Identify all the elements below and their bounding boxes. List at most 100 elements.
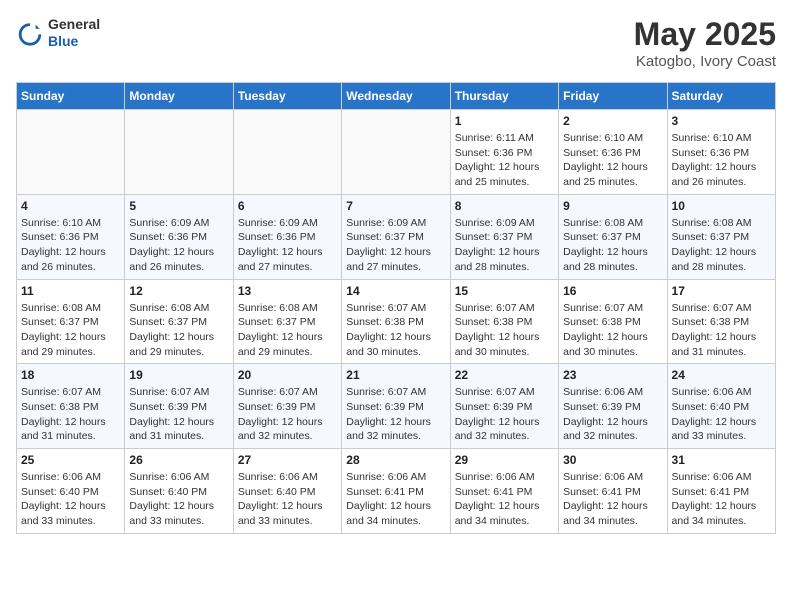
day-number: 21 [346, 368, 445, 382]
day-number: 31 [672, 453, 771, 467]
day-info: Sunrise: 6:08 AMSunset: 6:37 PMDaylight:… [21, 301, 120, 360]
day-info: Sunrise: 6:06 AMSunset: 6:40 PMDaylight:… [21, 470, 120, 529]
calendar-day-cell: 1 Sunrise: 6:11 AMSunset: 6:36 PMDaylight… [450, 110, 558, 195]
day-number: 14 [346, 284, 445, 298]
day-of-week-header: Tuesday [233, 83, 341, 110]
day-number: 25 [21, 453, 120, 467]
day-number: 20 [238, 368, 337, 382]
day-number: 7 [346, 199, 445, 213]
calendar-day-cell: 19Sunrise: 6:07 AMSunset: 6:39 PMDayligh… [125, 364, 233, 449]
day-number: 27 [238, 453, 337, 467]
logo-blue-text: Blue [48, 33, 100, 50]
calendar-day-cell: 5Sunrise: 6:09 AMSunset: 6:36 PMDaylight… [125, 194, 233, 279]
calendar-day-cell [342, 110, 450, 195]
day-number: 15 [455, 284, 554, 298]
day-info: Sunrise: 6:07 AMSunset: 6:39 PMDaylight:… [238, 385, 337, 444]
calendar-day-cell: 20 Sunrise: 6:07 AMSunset: 6:39 PMDayligh… [233, 364, 341, 449]
day-info: Sunrise: 6:10 AMSunset: 6:36 PMDaylight:… [563, 131, 662, 190]
day-number: 6 [238, 199, 337, 213]
day-info: Sunrise: 6:07 AMSunset: 6:39 PMDaylight:… [129, 385, 228, 444]
calendar-day-cell: 22 Sunrise: 6:07 AMSunset: 6:39 PMDayligh… [450, 364, 558, 449]
calendar-day-cell: 3 Sunrise: 6:10 AMSunset: 6:36 PMDaylight… [667, 110, 775, 195]
calendar-day-cell: 30 Sunrise: 6:06 AMSunset: 6:41 PMDayligh… [559, 449, 667, 534]
calendar-day-cell: 31 Sunrise: 6:06 AMSunset: 6:41 PMDayligh… [667, 449, 775, 534]
calendar-day-cell: 29 Sunrise: 6:06 AMSunset: 6:41 PMDayligh… [450, 449, 558, 534]
calendar-day-cell: 7 Sunrise: 6:09 AMSunset: 6:37 PMDaylight… [342, 194, 450, 279]
page-header: General Blue May 2025 Katogbo, Ivory Coa… [16, 16, 776, 70]
calendar-day-cell: 25 Sunrise: 6:06 AMSunset: 6:40 PMDayligh… [17, 449, 125, 534]
calendar-day-cell: 27 Sunrise: 6:06 AMSunset: 6:40 PMDayligh… [233, 449, 341, 534]
day-info: Sunrise: 6:06 AMSunset: 6:41 PMDaylight:… [672, 470, 771, 529]
logo: General Blue [16, 16, 100, 50]
day-number: 30 [563, 453, 662, 467]
calendar-week-row: 11 Sunrise: 6:08 AMSunset: 6:37 PMDayligh… [17, 279, 776, 364]
day-info: Sunrise: 6:09 AMSunset: 6:36 PMDaylight:… [238, 216, 337, 275]
calendar-day-cell: 8Sunrise: 6:09 AMSunset: 6:37 PMDaylight… [450, 194, 558, 279]
logo-text: General Blue [48, 16, 100, 50]
day-of-week-header: Saturday [667, 83, 775, 110]
day-info: Sunrise: 6:08 AMSunset: 6:37 PMDaylight:… [563, 216, 662, 275]
calendar-day-cell: 10Sunrise: 6:08 AMSunset: 6:37 PMDayligh… [667, 194, 775, 279]
calendar-day-cell: 11 Sunrise: 6:08 AMSunset: 6:37 PMDayligh… [17, 279, 125, 364]
calendar-day-cell: 18Sunrise: 6:07 AMSunset: 6:38 PMDayligh… [17, 364, 125, 449]
day-info: Sunrise: 6:06 AMSunset: 6:40 PMDaylight:… [238, 470, 337, 529]
day-number: 5 [129, 199, 228, 213]
day-info: Sunrise: 6:07 AMSunset: 6:39 PMDaylight:… [346, 385, 445, 444]
day-number: 16 [563, 284, 662, 298]
day-of-week-header: Monday [125, 83, 233, 110]
day-info: Sunrise: 6:09 AMSunset: 6:37 PMDaylight:… [346, 216, 445, 275]
day-info: Sunrise: 6:07 AMSunset: 6:38 PMDaylight:… [672, 301, 771, 360]
calendar-day-cell: 21 Sunrise: 6:07 AMSunset: 6:39 PMDayligh… [342, 364, 450, 449]
day-info: Sunrise: 6:06 AMSunset: 6:41 PMDaylight:… [455, 470, 554, 529]
calendar-day-cell: 2Sunrise: 6:10 AMSunset: 6:36 PMDaylight… [559, 110, 667, 195]
day-info: Sunrise: 6:06 AMSunset: 6:40 PMDaylight:… [672, 385, 771, 444]
calendar-week-row: 18Sunrise: 6:07 AMSunset: 6:38 PMDayligh… [17, 364, 776, 449]
calendar-day-cell: 24Sunrise: 6:06 AMSunset: 6:40 PMDayligh… [667, 364, 775, 449]
day-number: 4 [21, 199, 120, 213]
calendar-day-cell: 28 Sunrise: 6:06 AMSunset: 6:41 PMDayligh… [342, 449, 450, 534]
day-number: 28 [346, 453, 445, 467]
day-info: Sunrise: 6:06 AMSunset: 6:39 PMDaylight:… [563, 385, 662, 444]
day-info: Sunrise: 6:11 AMSunset: 6:36 PMDaylight:… [455, 131, 554, 190]
day-info: Sunrise: 6:10 AMSunset: 6:36 PMDaylight:… [672, 131, 771, 190]
day-number: 23 [563, 368, 662, 382]
calendar-week-row: 4 Sunrise: 6:10 AMSunset: 6:36 PMDaylight… [17, 194, 776, 279]
calendar-week-row: 1 Sunrise: 6:11 AMSunset: 6:36 PMDaylight… [17, 110, 776, 195]
calendar-day-cell [125, 110, 233, 195]
day-info: Sunrise: 6:07 AMSunset: 6:38 PMDaylight:… [563, 301, 662, 360]
day-of-week-header: Wednesday [342, 83, 450, 110]
day-info: Sunrise: 6:10 AMSunset: 6:36 PMDaylight:… [21, 216, 120, 275]
day-info: Sunrise: 6:07 AMSunset: 6:38 PMDaylight:… [455, 301, 554, 360]
calendar-day-cell: 13Sunrise: 6:08 AMSunset: 6:37 PMDayligh… [233, 279, 341, 364]
calendar-day-cell [17, 110, 125, 195]
day-number: 3 [672, 114, 771, 128]
day-info: Sunrise: 6:06 AMSunset: 6:40 PMDaylight:… [129, 470, 228, 529]
day-info: Sunrise: 6:07 AMSunset: 6:38 PMDaylight:… [346, 301, 445, 360]
day-number: 17 [672, 284, 771, 298]
day-number: 1 [455, 114, 554, 128]
title-block: May 2025 Katogbo, Ivory Coast [634, 16, 776, 70]
day-info: Sunrise: 6:07 AMSunset: 6:39 PMDaylight:… [455, 385, 554, 444]
day-number: 26 [129, 453, 228, 467]
day-number: 8 [455, 199, 554, 213]
day-info: Sunrise: 6:07 AMSunset: 6:38 PMDaylight:… [21, 385, 120, 444]
calendar-day-cell: 16 Sunrise: 6:07 AMSunset: 6:38 PMDayligh… [559, 279, 667, 364]
day-info: Sunrise: 6:06 AMSunset: 6:41 PMDaylight:… [563, 470, 662, 529]
day-info: Sunrise: 6:06 AMSunset: 6:41 PMDaylight:… [346, 470, 445, 529]
day-number: 9 [563, 199, 662, 213]
calendar-day-cell: 26 Sunrise: 6:06 AMSunset: 6:40 PMDayligh… [125, 449, 233, 534]
calendar-day-cell: 9 Sunrise: 6:08 AMSunset: 6:37 PMDaylight… [559, 194, 667, 279]
calendar-day-cell: 17 Sunrise: 6:07 AMSunset: 6:38 PMDayligh… [667, 279, 775, 364]
calendar-day-cell: 12Sunrise: 6:08 AMSunset: 6:37 PMDayligh… [125, 279, 233, 364]
day-number: 29 [455, 453, 554, 467]
calendar-day-cell [233, 110, 341, 195]
day-of-week-header: Friday [559, 83, 667, 110]
day-of-week-header: Sunday [17, 83, 125, 110]
day-info: Sunrise: 6:08 AMSunset: 6:37 PMDaylight:… [238, 301, 337, 360]
calendar-day-cell: 6 Sunrise: 6:09 AMSunset: 6:36 PMDaylight… [233, 194, 341, 279]
day-number: 11 [21, 284, 120, 298]
calendar-day-cell: 15 Sunrise: 6:07 AMSunset: 6:38 PMDayligh… [450, 279, 558, 364]
calendar-header-row: SundayMondayTuesdayWednesdayThursdayFrid… [17, 83, 776, 110]
day-number: 22 [455, 368, 554, 382]
day-of-week-header: Thursday [450, 83, 558, 110]
